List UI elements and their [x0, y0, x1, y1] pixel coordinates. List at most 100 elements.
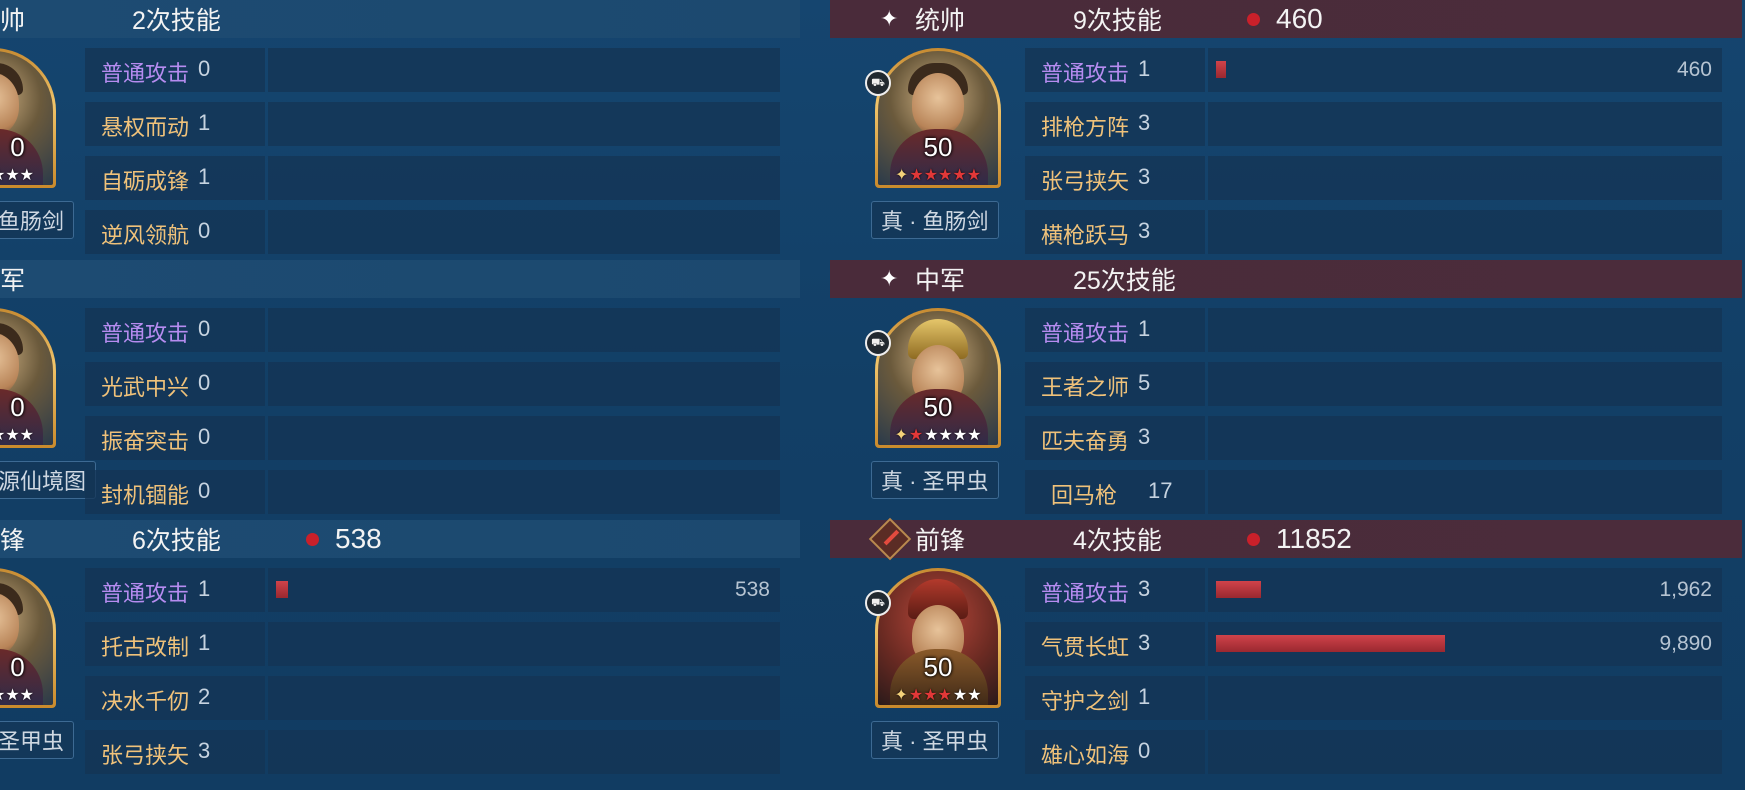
- sparkle-icon: ✦: [880, 266, 899, 291]
- hero-level: 0: [10, 132, 25, 162]
- damage-dot-icon: [306, 532, 319, 546]
- hero-portrait[interactable]: ⛟ 50 ✦★★★★★ 真 · 圣甲虫: [865, 308, 1010, 512]
- damage-bar: [1216, 635, 1445, 652]
- star-rating: ★★★: [0, 687, 35, 704]
- damage-cell: [1208, 210, 1722, 254]
- role-label: 前锋: [915, 527, 966, 555]
- skill-count: 3: [1138, 630, 1151, 655]
- skill-count-label: 6次技能: [132, 527, 221, 555]
- hero-portrait[interactable]: 0 ★★★ 鱼肠剑: [0, 48, 75, 252]
- skill-count: 3: [1138, 576, 1151, 601]
- weapon-tag[interactable]: 真 · 鱼肠剑: [871, 201, 999, 239]
- skill-row: 回马枪 17: [1025, 470, 1722, 514]
- weapon-tag[interactable]: 真 · 圣甲虫: [871, 461, 999, 499]
- skill-row: 封机锢能 0: [85, 470, 780, 514]
- role-label: 中军: [915, 267, 966, 295]
- skill-count: 3: [1138, 110, 1151, 135]
- skill-row: 普通攻击 3 1,962: [1025, 568, 1722, 612]
- damage-cell: [268, 210, 780, 254]
- damage-cell: [268, 308, 780, 352]
- weapon-tag[interactable]: 鱼肠剑: [0, 201, 75, 239]
- damage-cell: [1208, 308, 1722, 352]
- skill-name: 自砺成锋: [101, 169, 190, 194]
- weapon-tag[interactable]: 真 · 圣甲虫: [871, 721, 999, 759]
- skill-count: 0: [198, 316, 211, 341]
- left-team-panel: 帅 2次技能 0 ★★★ 鱼肠剑 普通攻击 0 悬权而动 1 自砺成锋 1 逆风领航 0: [0, 0, 800, 780]
- role-label: 帅: [0, 7, 26, 35]
- skill-count: 1: [1138, 684, 1151, 709]
- skill-name: 决水千仞: [101, 689, 190, 714]
- skill-count-label: 4次技能: [1073, 527, 1162, 555]
- skill-count: 3: [198, 738, 211, 763]
- star-rating: ★★★: [0, 427, 35, 444]
- damage-bar: [1216, 581, 1261, 598]
- skill-row: 普通攻击 1: [1025, 308, 1722, 352]
- skill-count: 1: [198, 110, 211, 135]
- star-rating: ✦★★★★★: [894, 427, 982, 444]
- damage-value: 460: [1676, 58, 1712, 81]
- skill-name: 逆风领航: [101, 223, 190, 248]
- damage-cell: [1208, 470, 1722, 514]
- hero-portrait[interactable]: 0 ★★★ 圣甲虫: [0, 568, 75, 772]
- skill-count: 1: [198, 576, 211, 601]
- skill-count: 0: [198, 56, 211, 81]
- skill-row: 悬权而动 1: [85, 102, 780, 146]
- damage-cell: [1208, 676, 1722, 720]
- section-header: 帅 2次技能: [0, 0, 800, 38]
- total-damage-value: 460: [1276, 3, 1323, 34]
- role-label: 军: [0, 267, 26, 295]
- skill-count: 1: [198, 164, 211, 189]
- damage-cell: [268, 48, 780, 92]
- skill-count-label: 2次技能: [132, 7, 221, 35]
- skill-name: 回马枪: [1051, 483, 1118, 508]
- skill-name: 横枪跃马: [1041, 223, 1130, 248]
- skill-name: 普通攻击: [1041, 321, 1130, 346]
- damage-value: 1,962: [1659, 578, 1712, 601]
- left-section-center: 军 0 ★★★ 源仙境图 普通攻击 0 光武中兴 0 振奋突击 0 封机锢能 0: [0, 260, 800, 520]
- hero-portrait[interactable]: ⛟ 50 ✦★★★★★ 真 · 圣甲虫: [865, 568, 1010, 772]
- damage-cell: 460: [1208, 48, 1722, 92]
- damage-cell: [268, 156, 780, 200]
- damage-cell: [268, 730, 780, 774]
- skill-name: 普通攻击: [101, 581, 190, 606]
- skill-name: 匹夫奋勇: [1041, 429, 1130, 454]
- weapon-tag[interactable]: 源仙境图: [0, 461, 97, 499]
- skill-count-label: 25次技能: [1073, 267, 1176, 295]
- damage-value: 9,890: [1659, 632, 1712, 655]
- hero-level: 50: [923, 392, 953, 422]
- damage-cell: [1208, 416, 1722, 460]
- troop-type-icon: ⛟: [865, 330, 891, 356]
- hero-portrait[interactable]: 0 ★★★ 源仙境图: [0, 308, 97, 512]
- skill-count: 1: [1138, 56, 1151, 81]
- skill-row: 张弓挟矢 3: [85, 730, 780, 774]
- total-damage-value: 11852: [1276, 523, 1352, 554]
- skill-row: 普通攻击 0: [85, 48, 780, 92]
- total-damage: 538: [306, 523, 382, 555]
- skill-count: 17: [1148, 478, 1173, 503]
- damage-cell: [268, 622, 780, 666]
- section-header: 军: [0, 260, 800, 298]
- skill-count: 2: [198, 684, 211, 709]
- role-label: 锋: [0, 527, 26, 555]
- skill-row: 光武中兴 0: [85, 362, 780, 406]
- hero-portrait[interactable]: ⛟ 50 ✦ ★★★★★ 真 · 鱼肠剑: [865, 48, 1010, 252]
- skill-row: 普通攻击 1 538: [85, 568, 780, 612]
- hero-level: 50: [923, 652, 953, 682]
- skill-name: 雄心如海: [1041, 743, 1130, 768]
- skill-row: 守护之剑 1: [1025, 676, 1722, 720]
- total-damage-value: 538: [335, 523, 382, 554]
- skill-name: 气贯长虹: [1041, 635, 1130, 660]
- hero-level: 50: [923, 132, 953, 162]
- weapon-tag[interactable]: 圣甲虫: [0, 721, 75, 759]
- skill-row: 振奋突击 0: [85, 416, 780, 460]
- skill-name: 光武中兴: [101, 375, 190, 400]
- troop-type-icon: ⛟: [865, 590, 891, 616]
- damage-cell: [1208, 102, 1722, 146]
- role-label: 统帅: [915, 7, 966, 35]
- skill-name: 悬权而动: [101, 115, 190, 140]
- skill-count: 3: [1138, 218, 1151, 243]
- skill-name: 托古改制: [101, 635, 190, 660]
- hero-level: 0: [10, 392, 25, 422]
- right-team-panel: ✦ 统帅 9次技能 460 ⛟ 50 ✦ ★★★★★ 真 · 鱼肠剑 普通攻击 1 …: [830, 0, 1742, 780]
- damage-cell: 9,890: [1208, 622, 1722, 666]
